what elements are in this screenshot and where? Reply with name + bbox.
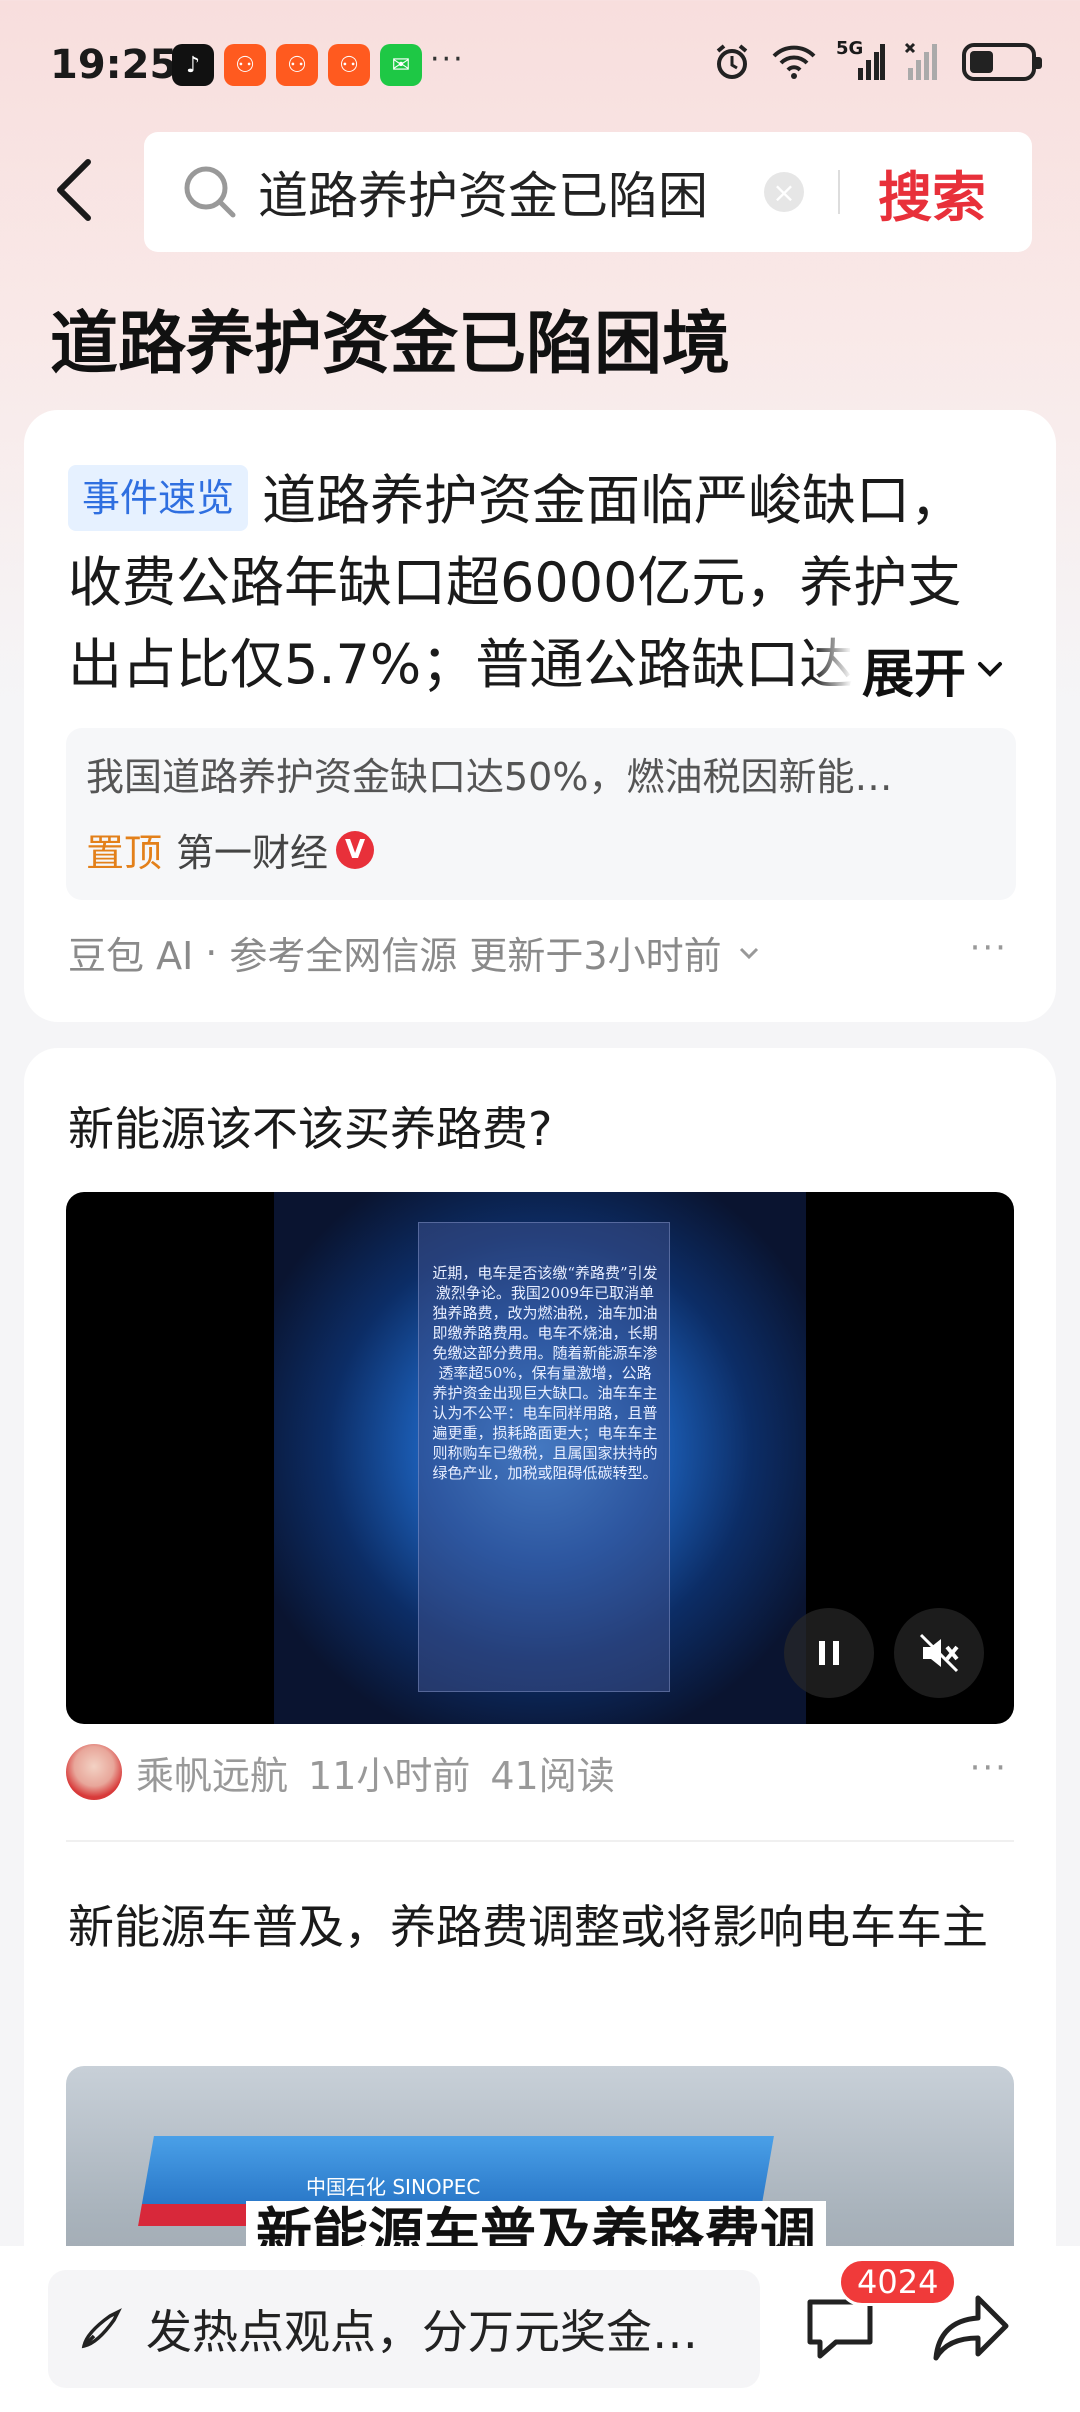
- pause-button[interactable]: [784, 1608, 874, 1698]
- kuaishou-icon: ⚇: [328, 44, 370, 86]
- expand-label: 展开: [861, 644, 966, 705]
- source-name: 第一财经: [176, 831, 329, 875]
- page-title: 道路养护资金已陷困境: [50, 305, 731, 384]
- article-1-title[interactable]: 新能源该不该买养路费?: [68, 1092, 1018, 1166]
- signal-weak-icon: [904, 42, 937, 80]
- search-bar[interactable]: 道路养护资金已陷困 × 搜索: [144, 132, 1032, 252]
- kuaishou-icon: ⚇: [224, 44, 266, 86]
- ai-source-line[interactable]: 豆包 AI · 参考全网信源 更新于3小时前: [68, 925, 764, 980]
- status-time: 19:25: [50, 42, 178, 88]
- share-icon[interactable]: [930, 2286, 1014, 2370]
- divider: [66, 1840, 1014, 1842]
- video-player[interactable]: 近期，电车是否该缴“养路费”引发激烈争论。我国2009年已取消单独养路费，改为燃…: [66, 1192, 1014, 1724]
- summary-line-1: 道路养护资金面临严峻缺口，: [262, 469, 965, 532]
- ai-label: 豆包 AI: [68, 934, 194, 978]
- wifi-icon: [772, 45, 816, 79]
- mute-button[interactable]: [894, 1608, 984, 1698]
- more-notifications-icon: ···: [430, 42, 465, 77]
- video-frame: 近期，电车是否该缴“养路费”引发激烈争论。我国2009年已取消单独养路费，改为燃…: [274, 1192, 806, 1724]
- back-button[interactable]: [44, 150, 104, 230]
- chevron-down-icon: [978, 662, 1002, 677]
- mute-icon: [919, 1633, 959, 1673]
- system-icons: 5G: [712, 38, 1042, 82]
- expand-button[interactable]: 展开: [811, 628, 1008, 710]
- search-input[interactable]: 道路养护资金已陷困: [258, 156, 744, 228]
- video-overlay-text: 近期，电车是否该缴“养路费”引发激烈争论。我国2009年已取消单独养路费，改为燃…: [432, 1264, 658, 1482]
- search-button[interactable]: 搜索: [878, 153, 986, 232]
- event-tag: 事件速览: [68, 465, 249, 531]
- ai-dot: ·: [205, 930, 218, 975]
- clear-search-icon[interactable]: ×: [764, 172, 804, 212]
- station-sign: 中国石化 SINOPEC: [306, 2175, 481, 2199]
- top-source-headline[interactable]: 我国道路养护资金缺口达50%，燃油税因新能…: [86, 746, 986, 801]
- battery-icon: [962, 43, 1042, 81]
- kuaishou-icon: ⚇: [276, 44, 318, 86]
- summary-line-2: 收费公路年缺口超6000亿元，养护支: [68, 551, 962, 614]
- pinned-label: 置顶: [86, 831, 163, 875]
- top-source-meta: 置顶 第一财经 V: [86, 822, 375, 877]
- comment-input[interactable]: 发热点观点，分万元奖金 4..: [48, 2270, 760, 2388]
- battery-level: [970, 51, 994, 73]
- tiktok-icon: ♪: [172, 44, 214, 86]
- avatar[interactable]: [66, 1744, 122, 1800]
- status-bar: 19:25 ♪ ⚇ ⚇ ⚇ ✉ ··· 5G: [0, 0, 1080, 130]
- notification-app-icons: ♪ ⚇ ⚇ ⚇ ✉: [172, 44, 422, 86]
- comment-placeholder: 发热点观点，分万元奖金 4..: [146, 2305, 706, 2359]
- read-count: 41阅读: [490, 1753, 615, 1798]
- verified-badge: V: [336, 830, 375, 869]
- event-summary-card: 事件速览 道路养护资金面临严峻缺口， 收费公路年缺口超6000亿元，养护支 出占比…: [24, 410, 1056, 1022]
- search-divider: [838, 170, 840, 214]
- more-options-icon[interactable]: ···: [970, 928, 1008, 968]
- publish-time: 11小时前: [308, 1753, 471, 1798]
- video-text-panel: 近期，电车是否该缴“养路费”引发激烈争论。我国2009年已取消单独养路费，改为燃…: [418, 1222, 670, 1692]
- ai-ref: 参考全网信源: [229, 934, 458, 978]
- search-icon: [184, 166, 236, 218]
- bottom-bar: 发热点观点，分万元奖金 4.. 4024: [0, 2246, 1080, 2412]
- chevron-down-icon: [739, 947, 758, 959]
- article-1-meta: 乘帆远航 11小时前 41阅读: [66, 1744, 635, 1800]
- chevron-left-icon: [57, 159, 91, 221]
- alarm-icon: [716, 44, 748, 79]
- ai-updated: 更新于3小时前: [469, 934, 722, 978]
- more-options-icon[interactable]: ···: [970, 1748, 1008, 1788]
- article-2-title[interactable]: 新能源车普及，养路费调整或将影响电车车主: [68, 1890, 1018, 1964]
- pen-icon: [81, 2308, 122, 2349]
- author-name[interactable]: 乘帆远航: [136, 1745, 288, 1800]
- article-list-card: 新能源该不该买养路费? 近期，电车是否该缴“养路费”引发激烈争论。我国2009年…: [24, 1048, 1056, 2412]
- wechat-icon: ✉: [380, 44, 422, 86]
- signal-5g-icon: 5G: [836, 38, 886, 82]
- pause-icon: [819, 1641, 839, 1665]
